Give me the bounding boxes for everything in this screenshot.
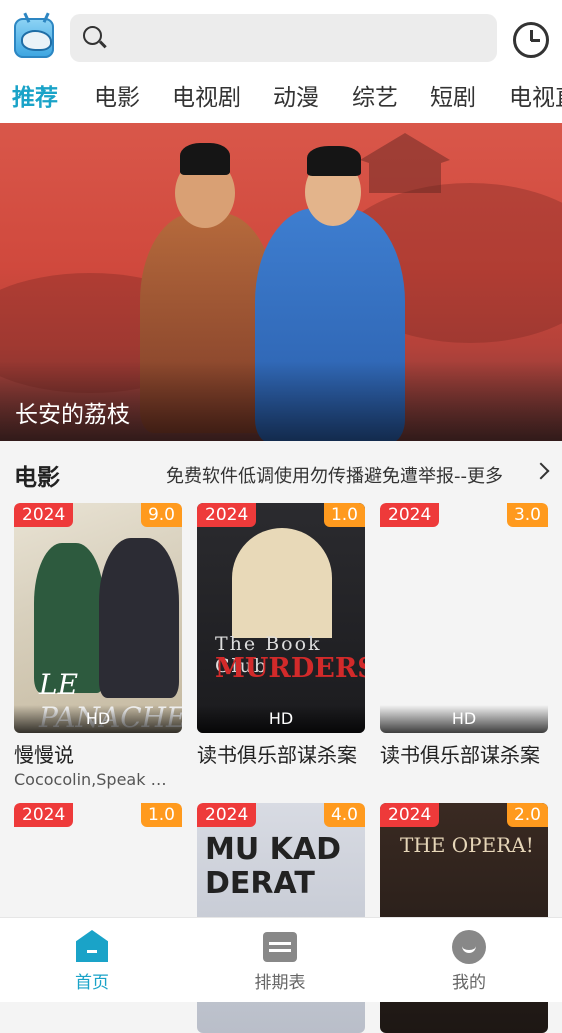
movie-poster[interactable]: LE PANACHE 2024 9.0 HD (14, 503, 182, 733)
chevron-right-icon[interactable] (532, 462, 550, 480)
history-clock-icon[interactable] (513, 22, 549, 58)
quality-label: HD (380, 705, 548, 733)
year-badge: 2024 (380, 503, 440, 527)
year-badge: 2024 (380, 803, 440, 827)
search-icon (83, 26, 102, 45)
banner-title: 长安的荔枝 (15, 402, 130, 428)
tab-variety[interactable]: 综艺 (352, 78, 398, 112)
quality-label: HD (14, 705, 182, 733)
movie-card[interactable]: 2024 3.0 HD 读书俱乐部谋杀案 (380, 503, 548, 768)
poster-text: MURDERS (215, 653, 365, 684)
home-icon[interactable] (76, 930, 108, 962)
year-badge: 2024 (197, 803, 257, 827)
movie-title: 读书俱乐部谋杀案 (197, 743, 357, 767)
bottom-navigation: 首页 排期表 我的 (0, 917, 562, 1002)
category-tabs: 推荐 电影 电视剧 动漫 综艺 短剧 电视直播 (0, 78, 562, 118)
tab-movies[interactable]: 电影 (94, 78, 140, 112)
year-badge: 2024 (197, 503, 257, 527)
movie-card[interactable]: LE PANACHE 2024 9.0 HD 慢慢说 Cococolin,Spe… (14, 503, 182, 789)
poster-text: THE OPERA! (400, 833, 534, 857)
search-bar[interactable] (70, 14, 497, 64)
featured-banner[interactable]: 长安的荔枝 (0, 123, 562, 441)
tab-tv-series[interactable]: 电视剧 (172, 78, 241, 112)
score-badge: 4.0 (323, 803, 365, 827)
quality-label: HD (197, 705, 365, 733)
nav-schedule[interactable]: 排期表 (220, 968, 340, 993)
movie-cast: Cococolin,Speak … (14, 770, 167, 789)
movie-card[interactable]: The Book Club MURDERS 2024 1.0 HD 读书俱乐部谋… (197, 503, 365, 768)
search-input[interactable] (114, 14, 488, 64)
nav-profile[interactable]: 我的 (409, 968, 529, 993)
score-badge: 3.0 (506, 503, 548, 527)
poster-text: MU KAD DERAT (205, 832, 342, 901)
schedule-calendar-icon[interactable] (263, 932, 297, 962)
tab-anime[interactable]: 动漫 (273, 78, 319, 112)
tab-short-drama[interactable]: 短剧 (430, 78, 476, 112)
profile-smile-icon[interactable] (452, 930, 486, 964)
score-badge: 1.0 (323, 503, 365, 527)
movie-title: 慢慢说 (14, 743, 74, 767)
score-badge: 9.0 (140, 503, 182, 527)
section-more-link[interactable]: 免费软件低调使用勿传播避免遭举报--更多 (166, 462, 503, 488)
movie-poster[interactable]: The Book Club MURDERS 2024 1.0 HD (197, 503, 365, 733)
score-badge: 1.0 (140, 803, 182, 827)
nav-home[interactable]: 首页 (32, 968, 152, 993)
score-badge: 2.0 (506, 803, 548, 827)
app-logo-icon[interactable] (14, 18, 54, 58)
movie-poster[interactable]: 2024 3.0 HD (380, 503, 548, 733)
year-badge: 2024 (14, 803, 74, 827)
tab-recommend[interactable]: 推荐 (12, 78, 58, 112)
year-badge: 2024 (14, 503, 74, 527)
section-title: 电影 (14, 465, 60, 491)
movie-title: 读书俱乐部谋杀案 (380, 743, 540, 767)
tab-live-tv[interactable]: 电视直播 (509, 78, 562, 112)
top-bar: 推荐 电影 电视剧 动漫 综艺 短剧 电视直播 (0, 0, 562, 123)
